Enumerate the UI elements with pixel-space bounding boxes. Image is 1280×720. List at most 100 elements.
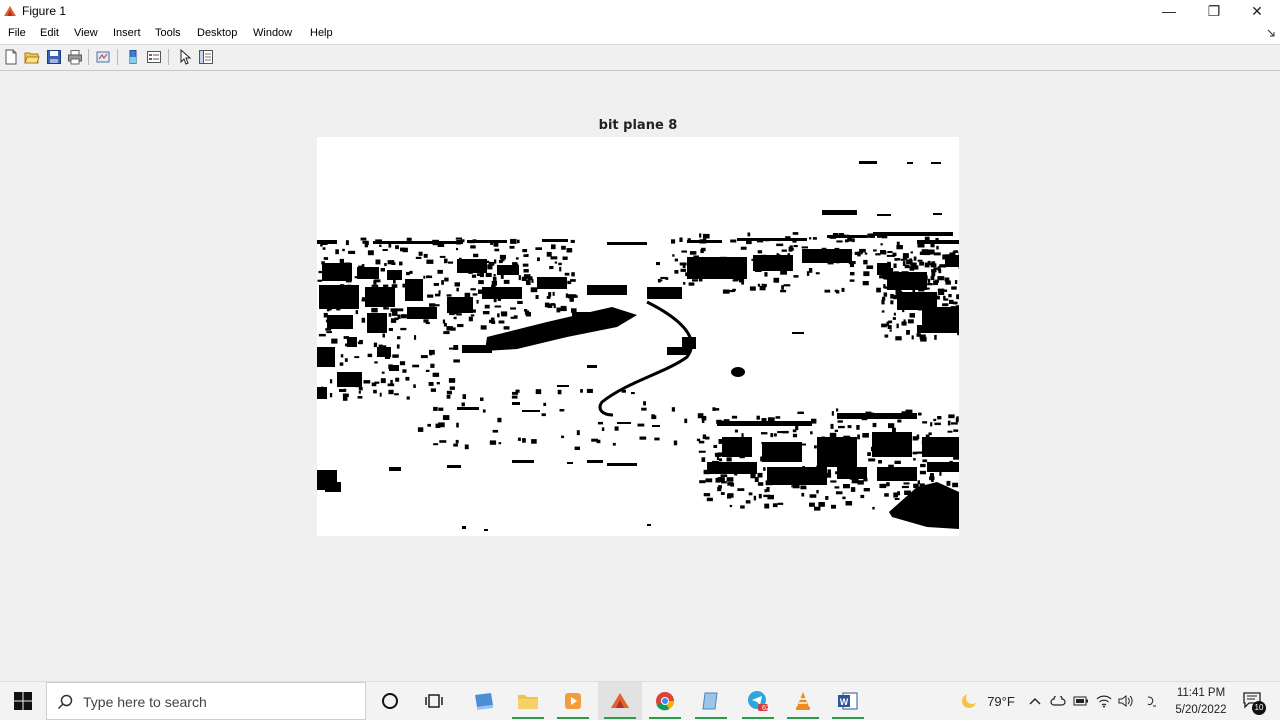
image-speckle	[907, 303, 914, 307]
image-speckle	[727, 477, 734, 482]
image-speckle	[818, 444, 820, 449]
property-inspector-icon[interactable]	[198, 49, 214, 65]
image-speckle	[358, 266, 362, 270]
image-speckle	[920, 483, 925, 487]
image-speckle	[356, 310, 359, 314]
taskbar-app-media-player[interactable]	[551, 682, 595, 720]
image-speckle	[851, 487, 855, 492]
image-speckle	[344, 389, 347, 392]
menu-insert[interactable]: Insert	[113, 27, 141, 39]
menu-help[interactable]: Help	[310, 27, 333, 39]
image-speckle	[884, 493, 889, 497]
image-speckle	[904, 319, 906, 323]
image-speckle	[512, 392, 518, 395]
menu-window[interactable]: Window	[253, 27, 292, 39]
menu-desktop[interactable]: Desktop	[197, 27, 237, 39]
image-speckle	[382, 372, 385, 374]
image-speckle	[918, 287, 924, 292]
link-plot-icon[interactable]	[95, 49, 111, 65]
taskbar-app-explorer-preview[interactable]	[462, 682, 506, 720]
open-file-icon[interactable]	[24, 49, 40, 65]
close-button[interactable]: ✕	[1234, 0, 1280, 22]
image-speckle	[721, 492, 725, 495]
image-speckle	[919, 262, 924, 266]
taskbar-app-matlab[interactable]	[598, 682, 642, 720]
image-speckle	[326, 320, 328, 323]
image-speckle	[942, 303, 948, 306]
menu-edit[interactable]: Edit	[40, 27, 59, 39]
new-figure-icon[interactable]	[3, 49, 19, 65]
menu-file[interactable]: File	[8, 27, 26, 39]
image-speckle	[741, 280, 744, 284]
menu-view[interactable]: View	[74, 27, 98, 39]
weather-button[interactable]	[958, 682, 980, 720]
image-speckle	[320, 357, 323, 360]
image-speckle	[355, 383, 360, 388]
tray-expand-button[interactable]	[1027, 682, 1043, 720]
taskbar-app-vlc[interactable]	[781, 682, 825, 720]
image-speckle	[897, 242, 900, 246]
task-view-button[interactable]	[412, 682, 456, 720]
taskbar-app-chrome[interactable]	[643, 682, 687, 720]
image-speckle	[531, 287, 538, 292]
image-speckle	[935, 440, 938, 444]
edit-plot-arrow-icon[interactable]	[177, 49, 193, 65]
image-speckle	[354, 356, 359, 358]
image-speckle	[383, 334, 386, 338]
image-speckle	[919, 498, 923, 500]
image-speckle	[895, 285, 897, 288]
image-speckle	[526, 312, 531, 317]
insert-colorbar-icon[interactable]	[125, 49, 141, 65]
image-speckle	[816, 272, 820, 274]
image-speckle	[806, 253, 808, 256]
input-language-button[interactable]	[1142, 682, 1162, 720]
image-speckle	[931, 261, 935, 263]
dock-arrow-icon[interactable]	[1267, 29, 1275, 37]
onedrive-button[interactable]	[1048, 682, 1068, 720]
image-speckle	[325, 328, 331, 331]
print-icon[interactable]	[67, 49, 83, 65]
battery-button[interactable]	[1071, 682, 1091, 720]
image-speckle	[730, 483, 734, 487]
taskbar-app-file-explorer[interactable]	[506, 682, 550, 720]
notification-center-button[interactable]: 10	[1238, 682, 1268, 720]
image-speckle	[326, 331, 332, 333]
image-speckle	[863, 260, 867, 265]
taskbar-app-word[interactable]: W	[826, 682, 870, 720]
image-speckle	[876, 288, 881, 293]
start-button[interactable]	[0, 682, 46, 720]
restore-button[interactable]: ❐	[1191, 0, 1237, 22]
image-speckle	[861, 252, 863, 254]
taskbar-app-notepad[interactable]	[689, 682, 733, 720]
minimize-button[interactable]: —	[1146, 0, 1192, 22]
image-speckle	[714, 408, 720, 411]
image-speckle	[811, 419, 816, 424]
image-speckle	[918, 413, 922, 416]
image-speckle	[923, 490, 927, 493]
image-speckle	[896, 245, 903, 249]
image-speckle	[372, 285, 379, 287]
image-speckle	[917, 297, 920, 302]
image-speckle	[934, 423, 941, 426]
image-speckle	[465, 293, 471, 298]
insert-legend-icon[interactable]	[146, 49, 162, 65]
image-speckle	[801, 444, 806, 446]
weather-temp[interactable]: 79°F	[984, 682, 1018, 720]
image-speckle	[895, 498, 900, 500]
wifi-button[interactable]	[1094, 682, 1114, 720]
image-speckle	[597, 440, 601, 444]
image-speckle	[953, 302, 958, 305]
image-speckle	[559, 267, 561, 272]
image-speckle	[823, 455, 826, 459]
save-icon[interactable]	[46, 49, 62, 65]
cortana-button[interactable]	[368, 682, 412, 720]
taskbar-search[interactable]: Type here to search	[46, 682, 366, 720]
image-speckle	[681, 251, 687, 253]
image-speckle	[914, 285, 921, 287]
image-speckle	[321, 363, 325, 365]
menu-tools[interactable]: Tools	[155, 27, 181, 39]
volume-button[interactable]	[1116, 682, 1136, 720]
taskbar-app-telegram[interactable]: 62	[736, 682, 780, 720]
taskbar-clock[interactable]: 11:41 PM 5/20/2022	[1168, 685, 1234, 719]
image-speckle	[535, 247, 542, 250]
